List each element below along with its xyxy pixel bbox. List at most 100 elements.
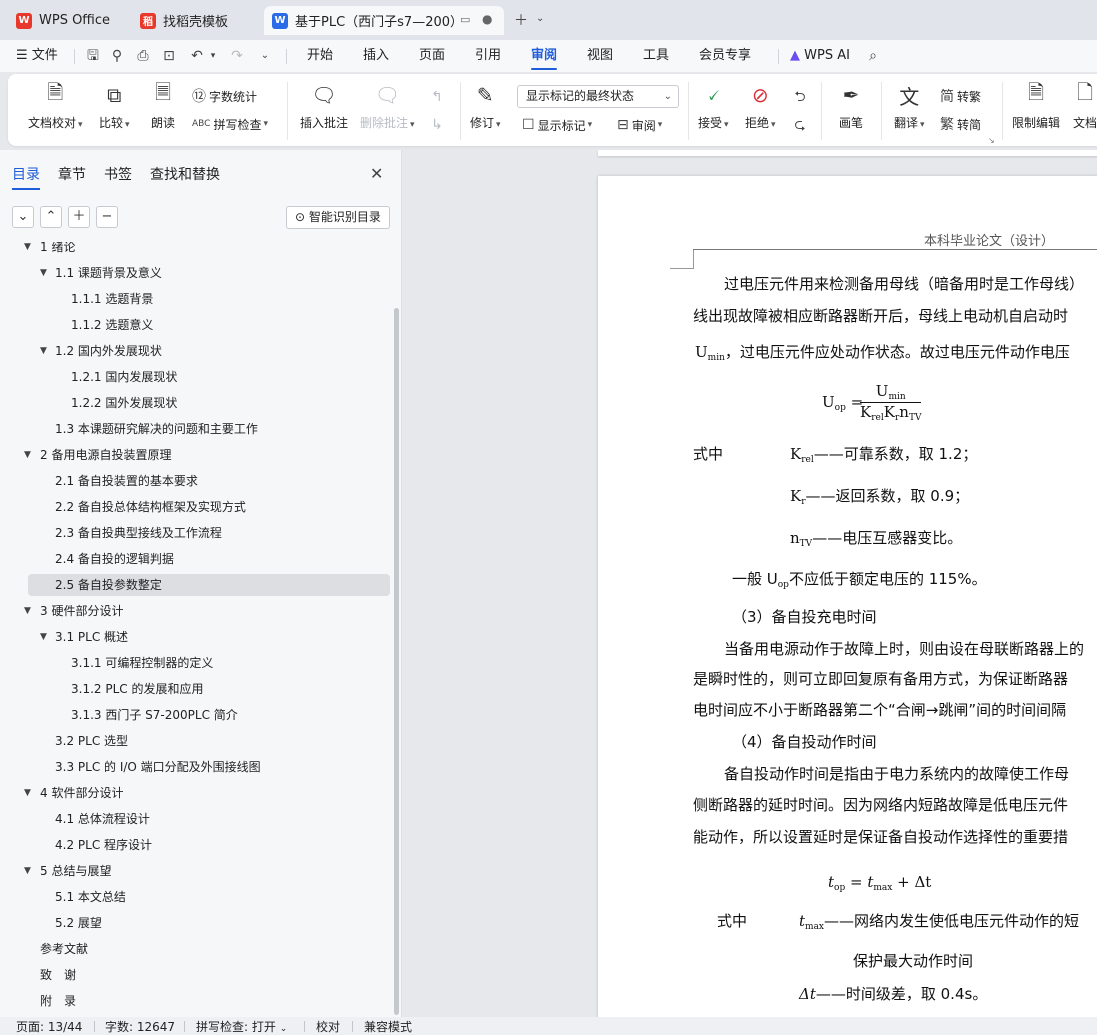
doc-more-button[interactable]: 🗋 文档 xyxy=(1072,74,1097,131)
save-icon[interactable]: 🖫 xyxy=(84,47,102,65)
toc-item[interactable]: 4.1 总体流程设计 xyxy=(28,808,390,830)
toc-item[interactable]: 5.1 本文总结 xyxy=(28,886,390,908)
menu-home[interactable]: 开始 xyxy=(307,40,333,72)
review-pane-button[interactable]: ⊟ 审阅 ▾ xyxy=(617,114,662,136)
toc-item[interactable]: 2.5 备自投参数整定 xyxy=(28,574,390,596)
toc-item[interactable]: 附 录 xyxy=(28,990,390,1012)
toc-item[interactable]: 参考文献 xyxy=(28,938,390,960)
tab-toc[interactable]: 目录 xyxy=(12,164,40,190)
toc-item[interactable]: ▼ 1.2 国内外发展现状 xyxy=(28,340,390,362)
proofread-indicator[interactable]: 校对 xyxy=(316,1018,340,1035)
new-tab-icon[interactable]: ＋ xyxy=(514,10,528,30)
menu-view[interactable]: 视图 xyxy=(587,40,613,72)
tab-list-chevron-icon[interactable]: ⌄ xyxy=(536,13,544,24)
read-aloud-button[interactable]: 🗏 朗读 xyxy=(150,74,176,131)
expand-arrow-icon[interactable]: ▼ xyxy=(24,600,31,622)
undo-dropdown-icon[interactable]: ▾ xyxy=(204,47,222,65)
unsaved-dot-icon[interactable]: ● xyxy=(482,12,492,26)
menu-page[interactable]: 页面 xyxy=(419,40,445,72)
expand-arrow-icon[interactable]: ▼ xyxy=(24,782,31,804)
smart-toc-button[interactable]: ⊙ 智能识别目录 xyxy=(286,206,390,229)
toc-item[interactable]: 1.1.1 选题背景 xyxy=(28,288,390,310)
close-icon[interactable]: ✕ xyxy=(370,164,383,183)
toc-item[interactable]: 2.1 备自投装置的基本要求 xyxy=(28,470,390,492)
menu-review[interactable]: 审阅 xyxy=(531,40,558,72)
word-count-button[interactable]: ⑫ 字数统计 xyxy=(192,85,257,107)
to-traditional-button[interactable]: 简转繁 xyxy=(940,85,981,107)
track-changes-button[interactable]: ✎ 修订 ▾ xyxy=(470,74,501,131)
menu-insert[interactable]: 插入 xyxy=(363,40,389,72)
toc-item[interactable]: 3.2 PLC 选型 xyxy=(28,730,390,752)
tab-sections[interactable]: 章节 xyxy=(58,164,86,184)
redo-icon[interactable]: ↷ xyxy=(228,47,246,65)
share-icon[interactable]: ⚲ xyxy=(108,47,126,65)
more-chevron-icon[interactable]: ⌄ xyxy=(256,47,274,65)
page-indicator[interactable]: 页面: 13/44 xyxy=(16,1018,82,1035)
toc-item[interactable]: 1.3 本课题研究解决的问题和主要工作 xyxy=(28,418,390,440)
expand-arrow-icon[interactable]: ▼ xyxy=(24,242,31,258)
toc-item[interactable]: 1.2.1 国内发展现状 xyxy=(28,366,390,388)
delete-comment-button[interactable]: 🗨 删除批注 ▾ xyxy=(360,74,415,131)
compare-button[interactable]: ⧉ 比较 ▾ xyxy=(99,74,130,131)
prev-comment-icon[interactable]: ↰ xyxy=(428,88,446,106)
menu-references[interactable]: 引用 xyxy=(475,40,501,72)
toc-item[interactable]: ▼ 5 总结与展望 xyxy=(24,860,390,882)
expand-arrow-icon[interactable]: ▼ xyxy=(24,444,31,466)
print-icon[interactable]: ⎙ xyxy=(134,47,152,65)
toc-item[interactable]: ▼ 3 硬件部分设计 xyxy=(24,600,390,622)
document-page[interactable]: 本科毕业论文（设计） 过电压元件用来检测备用母线（暗备用时是工作母线） 线出现故… xyxy=(598,176,1097,1017)
collapse-down-icon[interactable]: ⌄ xyxy=(12,206,34,228)
toc-item[interactable]: 2.4 备自投的逻辑判据 xyxy=(28,548,390,570)
tab-docer-templates[interactable]: 稻 找稻壳模板 xyxy=(132,6,260,35)
markup-state-select[interactable]: 显示标记的最终状态 ⌄ xyxy=(517,85,679,108)
to-simplified-button[interactable]: 繁转简 xyxy=(940,113,981,135)
remove-heading-icon[interactable]: − xyxy=(96,206,118,228)
toc-item[interactable]: ▼ 1.1 课题背景及意义 xyxy=(28,262,390,284)
word-count-indicator[interactable]: 字数: 12647 xyxy=(105,1018,175,1035)
menu-member[interactable]: 会员专享 xyxy=(699,40,751,72)
toc-item[interactable]: 2.2 备自投总体结构框架及实现方式 xyxy=(28,496,390,518)
toc-item[interactable]: ▼ 2 备用电源自投装置原理 xyxy=(24,444,390,466)
search-icon[interactable]: ⌕ xyxy=(864,47,882,65)
next-change-icon[interactable]: ⮎ xyxy=(791,116,809,134)
toc-item[interactable]: ▼ 3.1 PLC 概述 xyxy=(28,626,390,648)
expand-arrow-icon[interactable]: ▼ xyxy=(40,262,47,284)
scrollbar[interactable] xyxy=(394,308,399,1015)
toc-item[interactable]: ▼ 1 绪论 xyxy=(24,242,390,258)
file-menu[interactable]: ☰ 文件 xyxy=(16,40,58,72)
insert-comment-button[interactable]: 🗨 插入批注 xyxy=(300,74,348,131)
screen-icon[interactable]: ▭ xyxy=(460,13,470,26)
restrict-edit-button[interactable]: 🗎 限制编辑 xyxy=(1012,74,1060,131)
prev-change-icon[interactable]: ⮌ xyxy=(791,88,809,106)
doc-check-button[interactable]: 🗎 文档校对 ▾ xyxy=(28,74,83,131)
next-comment-icon[interactable]: ↳ xyxy=(428,116,446,134)
toc-item[interactable]: 3.1.3 西门子 S7-200PLC 简介 xyxy=(28,704,390,726)
tab-document[interactable]: W 基于PLC（西门子s7—200）的 ▭ ● xyxy=(264,6,504,35)
toc-item[interactable]: 5.2 展望 xyxy=(28,912,390,934)
toc-item[interactable]: 3.3 PLC 的 I/O 端口分配及外围接线图 xyxy=(28,756,390,778)
collapse-up-icon[interactable]: ⌃ xyxy=(40,206,62,228)
expand-arrow-icon[interactable]: ▼ xyxy=(40,626,47,648)
spell-check-button[interactable]: ABC 拼写检查 ▾ xyxy=(192,113,268,135)
accept-button[interactable]: 🗸 接受 ▾ xyxy=(698,74,729,131)
toc-item[interactable]: 1.1.2 选题意义 xyxy=(28,314,390,336)
tab-wps-office[interactable]: W WPS Office xyxy=(8,6,124,35)
tab-find-replace[interactable]: 查找和替换 xyxy=(150,164,220,184)
expand-arrow-icon[interactable]: ▼ xyxy=(40,340,47,362)
toc-item[interactable]: 3.1.2 PLC 的发展和应用 xyxy=(28,678,390,700)
wps-ai-button[interactable]: ▲ WPS AI xyxy=(790,40,850,72)
tab-bookmarks[interactable]: 书签 xyxy=(104,164,132,184)
print-preview-icon[interactable]: ⊡ xyxy=(160,47,178,65)
toc-item[interactable]: 2.3 备自投典型接线及工作流程 xyxy=(28,522,390,544)
toc-item[interactable]: 致 谢 xyxy=(28,964,390,986)
toc-item[interactable]: ▼ 4 软件部分设计 xyxy=(24,782,390,804)
spell-check-indicator[interactable]: 拼写检查: 打开 ⌄ xyxy=(196,1018,287,1035)
add-heading-icon[interactable]: ＋ xyxy=(68,206,90,228)
show-markup-button[interactable]: ☐ 显示标记 ▾ xyxy=(522,114,592,136)
menu-tools[interactable]: 工具 xyxy=(643,40,669,72)
translate-button[interactable]: 文 翻译 ▾ xyxy=(894,74,925,131)
group-expand-icon[interactable]: ↘ xyxy=(988,136,995,145)
toc-item[interactable]: 3.1.1 可编程控制器的定义 xyxy=(28,652,390,674)
reject-button[interactable]: ⊘ 拒绝 ▾ xyxy=(745,74,776,131)
toc-item[interactable]: 4.2 PLC 程序设计 xyxy=(28,834,390,856)
